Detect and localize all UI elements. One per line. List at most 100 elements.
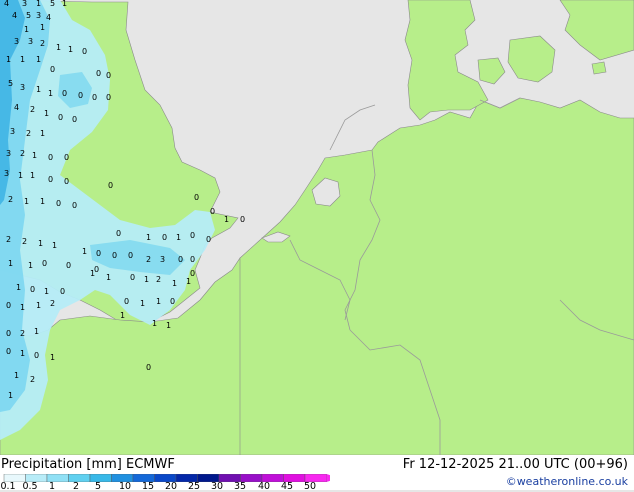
- precip-value-label: 0: [72, 201, 77, 210]
- precip-value-label: 1: [156, 297, 161, 306]
- precip-value-label: 1: [44, 109, 49, 118]
- precip-value-label: 1: [20, 55, 25, 64]
- precip-value-label: 1: [140, 299, 145, 308]
- precip-value-label: 1: [20, 303, 25, 312]
- precip-value-label: 1: [8, 259, 13, 268]
- precip-value-label: 1: [6, 55, 11, 64]
- scale-arrow: [326, 474, 330, 482]
- precip-value-label: 1: [52, 241, 57, 250]
- precip-value-label: 0: [64, 153, 69, 162]
- precip-value-label: 0: [72, 115, 77, 124]
- precip-value-label: 0: [58, 113, 63, 122]
- precip-value-label: 2: [50, 299, 55, 308]
- map-viewer: 4315145341111033211105311000000421003213…: [0, 0, 634, 492]
- precip-value-label: 0: [178, 255, 183, 264]
- precip-value-label: 0: [240, 215, 245, 224]
- precip-value-label: 4: [12, 11, 17, 20]
- precip-value-label: 0: [94, 265, 99, 274]
- precip-value-label: 1: [82, 247, 87, 256]
- site-credit[interactable]: ©weatheronline.co.uk: [506, 475, 628, 488]
- precip-value-label: 0: [56, 199, 61, 208]
- precip-value-label: 1: [172, 279, 177, 288]
- precip-value-label: 3: [10, 127, 15, 136]
- precip-value-label: 3: [4, 169, 9, 178]
- scale-tick-labels: 0.1 0.5 1 2 5 10 15 20 25 30 35 40 45 50: [0, 482, 330, 492]
- precip-value-label: 0: [190, 269, 195, 278]
- precip-value-label: 1: [166, 321, 171, 330]
- precip-value-label: 0: [116, 229, 121, 238]
- precip-value-label: 3: [22, 0, 27, 8]
- precip-value-label: 0: [96, 249, 101, 258]
- precip-value-label: 0: [108, 181, 113, 190]
- precip-value-label: 2: [20, 149, 25, 158]
- precip-value-label: 1: [32, 151, 37, 160]
- precip-value-label: 0: [194, 193, 199, 202]
- precip-value-label: 0: [146, 363, 151, 372]
- precip-value-label: 1: [20, 349, 25, 358]
- land-bornholm: [591, 61, 607, 75]
- precip-value-label: 1: [50, 353, 55, 362]
- precip-value-label: 1: [14, 371, 19, 380]
- precip-value-label: 1: [48, 89, 53, 98]
- precip-value-label: 3: [6, 149, 11, 158]
- precip-value-label: 1: [24, 197, 29, 206]
- precip-value-label: 1: [36, 85, 41, 94]
- precip-value-label: 1: [24, 25, 29, 34]
- precip-value-label: 1: [40, 23, 45, 32]
- precip-value-label: 2: [30, 105, 35, 114]
- precip-value-label: 1: [144, 275, 149, 284]
- precip-value-label: 1: [34, 327, 39, 336]
- precip-value-label: 0: [42, 259, 47, 268]
- precip-value-label: 0: [48, 175, 53, 184]
- precip-value-label: 0: [190, 255, 195, 264]
- precip-value-label: 3: [36, 11, 41, 20]
- precip-value-label: 1: [152, 319, 157, 328]
- precip-value-label: 1: [176, 233, 181, 242]
- precip-value-label: 0: [6, 329, 11, 338]
- precip-value-label: 0: [106, 93, 111, 102]
- precip-value-label: 0: [128, 251, 133, 260]
- precip-value-label: 1: [56, 43, 61, 52]
- precip-value-label: 5: [50, 0, 55, 8]
- precip-value-label: 3: [20, 83, 25, 92]
- precip-value-label: 0: [170, 297, 175, 306]
- precip-value-label: 0: [6, 347, 11, 356]
- precip-value-label: 3: [14, 37, 19, 46]
- precip-value-label: 1: [18, 171, 23, 180]
- precip-value-label: 4: [46, 13, 51, 22]
- precip-value-label: 1: [106, 273, 111, 282]
- precip-value-label: 2: [26, 129, 31, 138]
- precip-value-label: 2: [156, 275, 161, 284]
- precip-value-label: 1: [28, 261, 33, 270]
- forecast-datetime: Fr 12-12-2025 21..00 UTC (00+96): [402, 457, 628, 472]
- precip-value-label: 0: [34, 351, 39, 360]
- precip-value-label: 0: [62, 89, 67, 98]
- precip-value-label: 1: [30, 171, 35, 180]
- precip-value-label: 3: [160, 255, 165, 264]
- precip-value-label: 2: [6, 235, 11, 244]
- precip-value-label: 2: [146, 255, 151, 264]
- precipitation-map: 4 3 1 5 14 5 3 41 11 1 03 3 21 1 105 3 1 1 0 0 0 00 04 2 1 0 03 2 13…: [0, 0, 634, 455]
- precip-value-label: 0: [190, 231, 195, 240]
- map-title: Precipitation [mm] ECMWF: [1, 457, 175, 472]
- precip-value-label: 0: [206, 235, 211, 244]
- precip-value-label: 1: [120, 311, 125, 320]
- precip-value-label: 0: [106, 71, 111, 80]
- precip-value-label: 0: [50, 65, 55, 74]
- precip-value-label: 0: [48, 153, 53, 162]
- precip-value-label: 3: [28, 37, 33, 46]
- precip-value-label: 2: [20, 329, 25, 338]
- precip-value-label: 2: [40, 39, 45, 48]
- precip-value-label: 0: [112, 251, 117, 260]
- precip-value-label: 0: [60, 287, 65, 296]
- precip-value-label: 0: [92, 93, 97, 102]
- precip-value-label: 0: [30, 285, 35, 294]
- precip-value-label: 1: [40, 129, 45, 138]
- precip-value-label: 1: [16, 283, 21, 292]
- precip-value-label: 4: [14, 103, 19, 112]
- precip-value-label: 1: [68, 45, 73, 54]
- precip-value-label: 5: [8, 79, 13, 88]
- precip-value-label: 0: [96, 69, 101, 78]
- precip-value-label: 1: [186, 277, 191, 286]
- precip-value-label: 1: [62, 0, 67, 8]
